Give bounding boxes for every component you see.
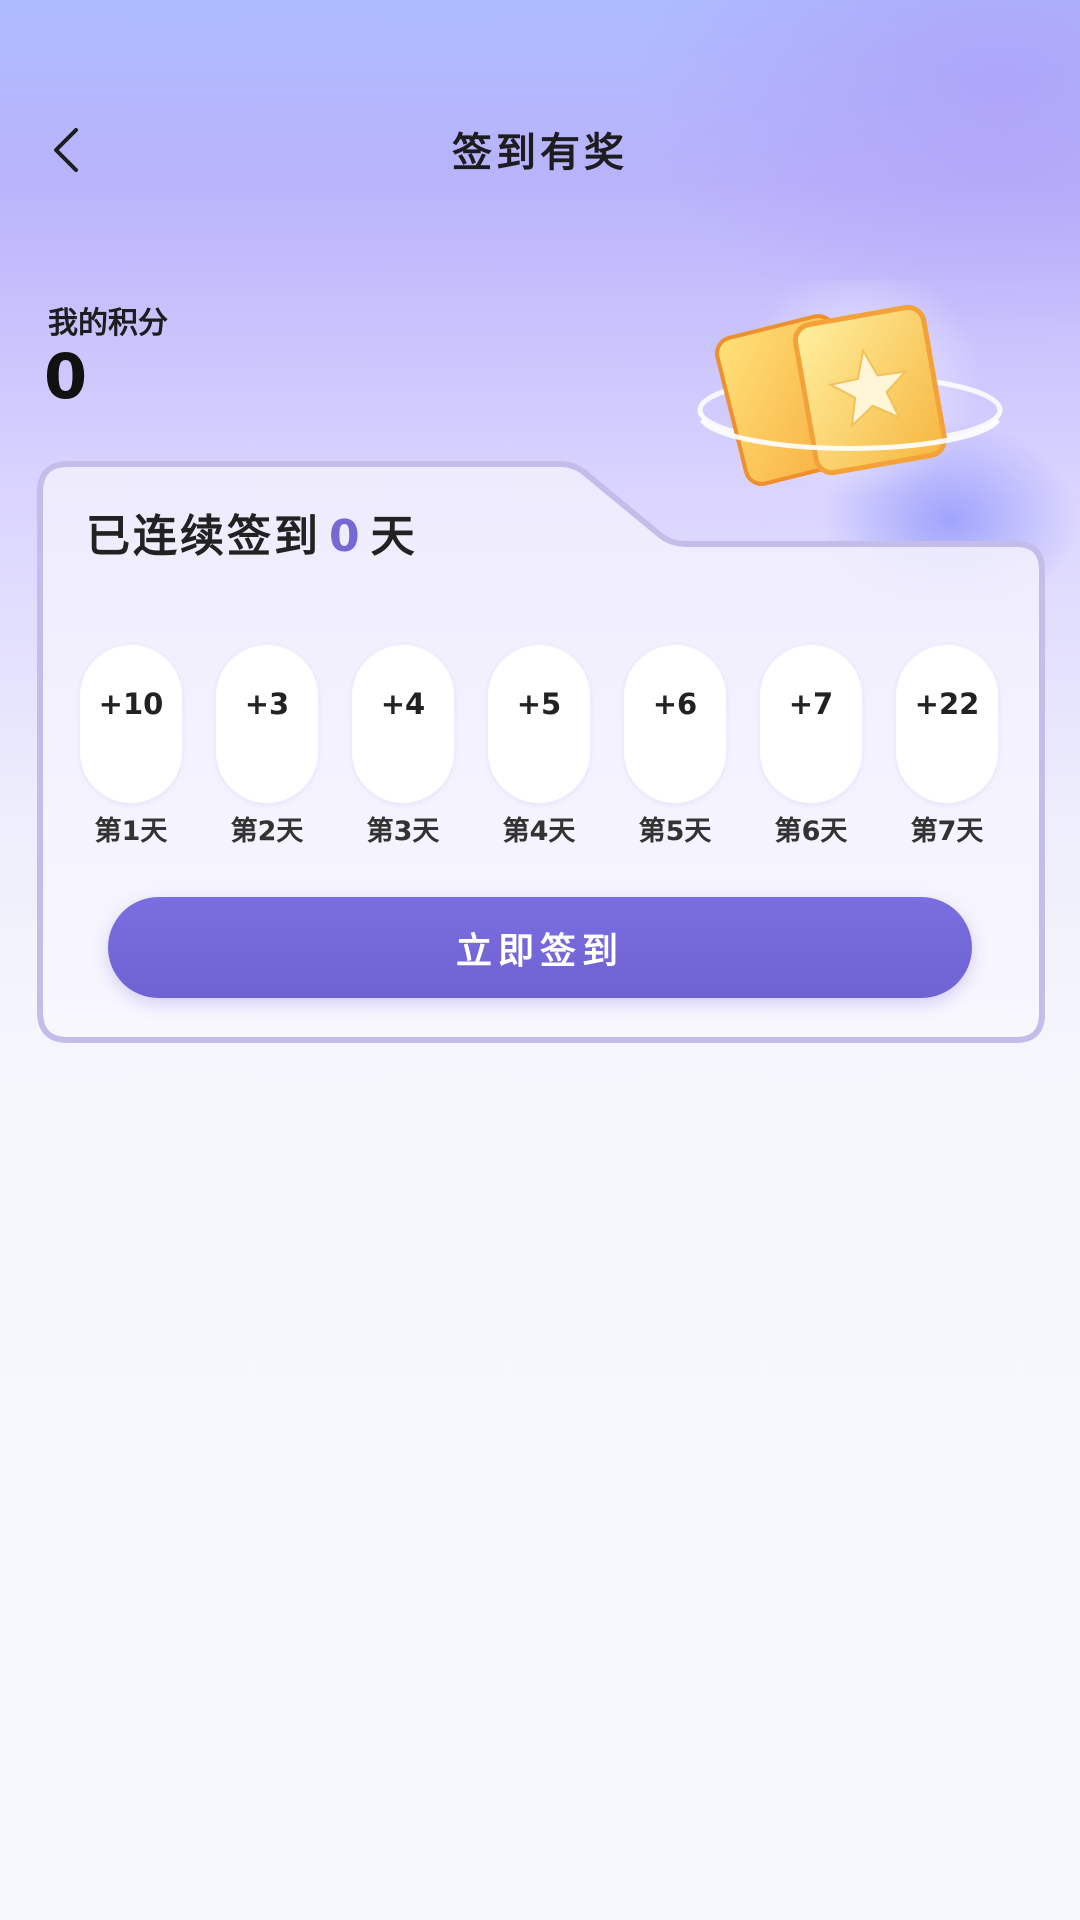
reward-day-7: +22 第7天 [896,645,998,848]
day-label: 第2天 [230,816,304,847]
reward-pill: +7 [760,645,862,803]
reward-day-4: +5 第4天 [488,645,590,848]
streak-text: 已连续签到 0 天 [86,500,418,564]
reward-points: +7 [788,687,834,721]
reward-day-5: +6 第5天 [624,645,726,848]
day-label: 第4天 [502,816,576,847]
reward-pill: +4 [352,645,454,803]
reward-pill: +5 [488,645,590,803]
day-label: 第5天 [638,816,712,847]
streak-prefix: 已连续签到 [86,511,321,562]
reward-cards-illustration [697,280,1003,500]
reward-pill: +6 [624,645,726,803]
reward-points: +10 [98,687,164,721]
day-label: 第1天 [94,816,168,847]
reward-day-3: +4 第3天 [352,645,454,848]
day-label: 第3天 [366,816,440,847]
day-label: 第7天 [910,816,984,847]
streak-days-count: 0 [329,511,363,562]
reward-points: +6 [652,687,698,721]
reward-days-row: +10 第1天 +3 第2天 +4 第3天 +5 第4天 +6 第5天 +7 第… [80,645,1002,848]
day-label: 第6天 [774,816,848,847]
reward-day-6: +7 第6天 [760,645,862,848]
reward-pill: +22 [896,645,998,803]
reward-points: +4 [380,687,426,721]
reward-pill: +10 [80,645,182,803]
streak-suffix: 天 [370,511,418,562]
reward-points: +3 [244,687,290,721]
sign-in-button[interactable]: 立即签到 [108,897,972,998]
reward-points: +22 [914,687,980,721]
reward-day-2: +3 第2天 [216,645,318,848]
reward-pill: +3 [216,645,318,803]
reward-points: +5 [516,687,562,721]
reward-day-1: +10 第1天 [80,645,182,848]
